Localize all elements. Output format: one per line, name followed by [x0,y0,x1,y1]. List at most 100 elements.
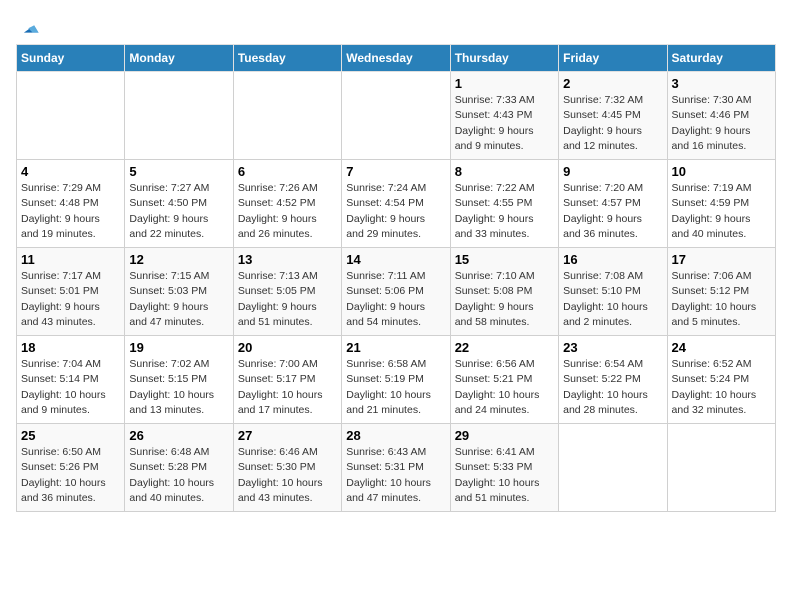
calendar-cell: 14 Sunrise: 7:11 AMSunset: 5:06 PMDayligh… [342,248,450,336]
calendar-cell: 4 Sunrise: 7:29 AMSunset: 4:48 PMDaylight… [17,160,125,248]
day-number: 28 [346,428,445,443]
day-number: 10 [672,164,771,179]
day-number: 23 [563,340,662,355]
day-number: 29 [455,428,554,443]
day-info: Sunrise: 6:41 AMSunset: 5:33 PMDaylight:… [455,445,554,506]
day-info: Sunrise: 6:54 AMSunset: 5:22 PMDaylight:… [563,357,662,418]
day-number: 15 [455,252,554,267]
day-number: 9 [563,164,662,179]
day-info: Sunrise: 7:08 AMSunset: 5:10 PMDaylight:… [563,269,662,330]
day-number: 4 [21,164,120,179]
day-info: Sunrise: 7:20 AMSunset: 4:57 PMDaylight:… [563,181,662,242]
calendar-cell [559,424,667,512]
day-number: 18 [21,340,120,355]
day-number: 14 [346,252,445,267]
day-info: Sunrise: 7:04 AMSunset: 5:14 PMDaylight:… [21,357,120,418]
calendar-cell: 25 Sunrise: 6:50 AMSunset: 5:26 PMDayligh… [17,424,125,512]
calendar-cell: 6 Sunrise: 7:26 AMSunset: 4:52 PMDaylight… [233,160,341,248]
day-number: 1 [455,76,554,91]
day-of-week-header: Tuesday [233,45,341,72]
day-number: 5 [129,164,228,179]
calendar-cell: 21Sunrise: 6:58 AMSunset: 5:19 PMDayligh… [342,336,450,424]
day-number: 16 [563,252,662,267]
day-info: Sunrise: 6:56 AMSunset: 5:21 PMDaylight:… [455,357,554,418]
calendar-week-row: 1 Sunrise: 7:33 AMSunset: 4:43 PMDaylight… [17,72,776,160]
calendar-cell: 24Sunrise: 6:52 AMSunset: 5:24 PMDayligh… [667,336,775,424]
day-number: 24 [672,340,771,355]
calendar-cell: 2Sunrise: 7:32 AMSunset: 4:45 PMDaylight… [559,72,667,160]
day-info: Sunrise: 7:30 AMSunset: 4:46 PMDaylight:… [672,93,771,154]
calendar-cell: 26 Sunrise: 6:48 AMSunset: 5:28 PMDayligh… [125,424,233,512]
day-info: Sunrise: 7:15 AMSunset: 5:03 PMDaylight:… [129,269,228,330]
day-number: 13 [238,252,337,267]
day-of-week-header: Friday [559,45,667,72]
day-info: Sunrise: 7:27 AMSunset: 4:50 PMDaylight:… [129,181,228,242]
day-info: Sunrise: 7:11 AMSunset: 5:06 PMDaylight:… [346,269,445,330]
day-info: Sunrise: 7:33 AMSunset: 4:43 PMDaylight:… [455,93,554,154]
calendar-cell [17,72,125,160]
day-info: Sunrise: 7:06 AMSunset: 5:12 PMDaylight:… [672,269,771,330]
calendar-cell: 27 Sunrise: 6:46 AMSunset: 5:30 PMDayligh… [233,424,341,512]
day-number: 7 [346,164,445,179]
calendar-cell [233,72,341,160]
day-number: 26 [129,428,228,443]
calendar-cell: 19Sunrise: 7:02 AMSunset: 5:15 PMDayligh… [125,336,233,424]
calendar-week-row: 11 Sunrise: 7:17 AMSunset: 5:01 PMDayligh… [17,248,776,336]
day-info: Sunrise: 7:24 AMSunset: 4:54 PMDaylight:… [346,181,445,242]
calendar-cell: 22 Sunrise: 6:56 AMSunset: 5:21 PMDayligh… [450,336,558,424]
day-of-week-header: Monday [125,45,233,72]
day-info: Sunrise: 7:26 AMSunset: 4:52 PMDaylight:… [238,181,337,242]
calendar-cell: 10 Sunrise: 7:19 AMSunset: 4:59 PMDayligh… [667,160,775,248]
day-info: Sunrise: 7:32 AMSunset: 4:45 PMDaylight:… [563,93,662,154]
day-info: Sunrise: 6:43 AMSunset: 5:31 PMDaylight:… [346,445,445,506]
calendar-cell: 11 Sunrise: 7:17 AMSunset: 5:01 PMDayligh… [17,248,125,336]
calendar-cell: 8 Sunrise: 7:22 AMSunset: 4:55 PMDaylight… [450,160,558,248]
calendar-cell: 28 Sunrise: 6:43 AMSunset: 5:31 PMDayligh… [342,424,450,512]
day-info: Sunrise: 7:29 AMSunset: 4:48 PMDaylight:… [21,181,120,242]
calendar-cell: 20 Sunrise: 7:00 AMSunset: 5:17 PMDayligh… [233,336,341,424]
logo [16,16,42,36]
day-of-week-header: Saturday [667,45,775,72]
calendar-week-row: 4 Sunrise: 7:29 AMSunset: 4:48 PMDaylight… [17,160,776,248]
day-info: Sunrise: 7:13 AMSunset: 5:05 PMDaylight:… [238,269,337,330]
day-number: 3 [672,76,771,91]
calendar-cell: 29 Sunrise: 6:41 AMSunset: 5:33 PMDayligh… [450,424,558,512]
day-info: Sunrise: 6:50 AMSunset: 5:26 PMDaylight:… [21,445,120,506]
day-number: 8 [455,164,554,179]
calendar-header-row: SundayMondayTuesdayWednesdayThursdayFrid… [17,45,776,72]
calendar-table: SundayMondayTuesdayWednesdayThursdayFrid… [16,44,776,512]
calendar-cell: 13 Sunrise: 7:13 AMSunset: 5:05 PMDayligh… [233,248,341,336]
day-number: 21 [346,340,445,355]
page-header [16,16,776,36]
day-number: 20 [238,340,337,355]
calendar-week-row: 25 Sunrise: 6:50 AMSunset: 5:26 PMDayligh… [17,424,776,512]
day-info: Sunrise: 7:02 AMSunset: 5:15 PMDaylight:… [129,357,228,418]
day-info: Sunrise: 7:10 AMSunset: 5:08 PMDaylight:… [455,269,554,330]
calendar-cell: 9 Sunrise: 7:20 AMSunset: 4:57 PMDaylight… [559,160,667,248]
calendar-cell: 5 Sunrise: 7:27 AMSunset: 4:50 PMDaylight… [125,160,233,248]
day-info: Sunrise: 7:17 AMSunset: 5:01 PMDaylight:… [21,269,120,330]
day-of-week-header: Sunday [17,45,125,72]
day-info: Sunrise: 7:00 AMSunset: 5:17 PMDaylight:… [238,357,337,418]
day-number: 11 [21,252,120,267]
day-info: Sunrise: 6:46 AMSunset: 5:30 PMDaylight:… [238,445,337,506]
calendar-cell: 7 Sunrise: 7:24 AMSunset: 4:54 PMDaylight… [342,160,450,248]
calendar-cell: 23 Sunrise: 6:54 AMSunset: 5:22 PMDayligh… [559,336,667,424]
day-of-week-header: Wednesday [342,45,450,72]
logo-icon [18,18,40,40]
calendar-cell: 17 Sunrise: 7:06 AMSunset: 5:12 PMDayligh… [667,248,775,336]
day-number: 25 [21,428,120,443]
day-info: Sunrise: 7:22 AMSunset: 4:55 PMDaylight:… [455,181,554,242]
calendar-cell [667,424,775,512]
day-number: 12 [129,252,228,267]
day-number: 22 [455,340,554,355]
day-number: 17 [672,252,771,267]
day-info: Sunrise: 6:48 AMSunset: 5:28 PMDaylight:… [129,445,228,506]
day-info: Sunrise: 7:19 AMSunset: 4:59 PMDaylight:… [672,181,771,242]
logo-text [16,16,42,40]
calendar-cell: 3 Sunrise: 7:30 AMSunset: 4:46 PMDaylight… [667,72,775,160]
day-number: 27 [238,428,337,443]
calendar-cell [125,72,233,160]
day-number: 6 [238,164,337,179]
day-of-week-header: Thursday [450,45,558,72]
